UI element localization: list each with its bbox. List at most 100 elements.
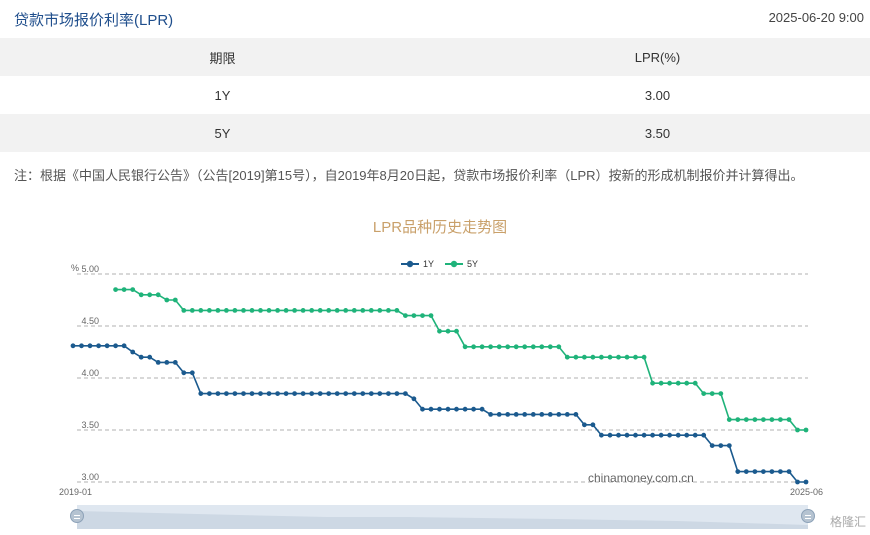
data-point [215, 391, 221, 396]
y-tick-label: 3.50 [81, 420, 99, 430]
data-point [121, 343, 127, 349]
data-point [616, 354, 621, 360]
data-point [607, 432, 613, 438]
data-point [658, 432, 664, 438]
data-point [411, 396, 417, 402]
data-point [735, 469, 741, 474]
data-point [189, 308, 195, 313]
data-point [130, 349, 136, 355]
data-point [181, 308, 187, 313]
data-point [334, 391, 340, 396]
y-tick-label: 3.00 [81, 472, 99, 482]
data-point [769, 417, 775, 422]
column-header-term: 期限 [209, 50, 236, 66]
rate-cell: 3.50 [644, 125, 671, 141]
series-line [73, 345, 806, 483]
data-point [547, 344, 553, 350]
column-header-rate: LPR(%) [634, 49, 681, 65]
data-point [582, 354, 587, 360]
data-point [496, 412, 502, 417]
data-point [718, 443, 724, 448]
data-point [462, 344, 468, 350]
data-point [769, 469, 775, 474]
data-point [334, 308, 340, 313]
data-point [164, 360, 170, 365]
data-point [590, 354, 596, 360]
data-point [590, 422, 596, 428]
data-point [522, 412, 528, 417]
data-point [488, 412, 493, 417]
data-point [164, 297, 170, 303]
data-point [564, 354, 570, 360]
data-point [743, 469, 749, 474]
data-point [360, 308, 366, 313]
data-point [428, 406, 434, 412]
data-point [573, 412, 579, 417]
legend-marker [450, 260, 458, 268]
slider-start-handle[interactable] [70, 509, 84, 523]
data-point [292, 308, 297, 313]
update-timestamp: 2025-06-20 9:00 [768, 10, 864, 25]
data-point [292, 391, 297, 396]
data-point [104, 343, 110, 349]
data-point [155, 292, 161, 298]
data-point [207, 391, 212, 396]
data-point [351, 391, 357, 396]
legend-label: 1Y [423, 259, 434, 269]
data-point [761, 417, 766, 422]
data-point [522, 344, 528, 350]
data-point [445, 328, 451, 334]
data-point [624, 354, 630, 360]
data-point [650, 380, 655, 386]
data-point [462, 406, 468, 412]
data-point [138, 354, 144, 360]
data-point [607, 354, 613, 360]
data-point [138, 292, 144, 298]
data-point [147, 354, 153, 360]
data-point [633, 432, 638, 438]
data-point [684, 432, 690, 438]
data-point [692, 380, 698, 386]
data-point [241, 391, 246, 396]
data-point [343, 391, 349, 396]
data-point [471, 406, 476, 412]
data-point [479, 344, 485, 350]
data-point [207, 308, 212, 313]
data-point [317, 308, 323, 313]
page-header: 贷款市场报价利率(LPR) 2025-06-20 9:00 [0, 0, 870, 36]
data-point [454, 406, 459, 412]
publisher-logo: 格隆汇 [829, 515, 866, 529]
chart-title: LPR品种历史走势图 [372, 219, 508, 236]
data-point [479, 406, 485, 412]
data-point [752, 469, 758, 474]
data-point [803, 479, 809, 485]
data-point [283, 391, 289, 396]
data-point [718, 391, 724, 396]
data-point [309, 308, 315, 313]
data-point [445, 406, 451, 412]
data-point [232, 308, 238, 313]
data-point [368, 308, 374, 313]
y-axis-unit: % [71, 263, 79, 273]
data-point [121, 287, 127, 292]
data-point [394, 308, 400, 313]
data-point [437, 406, 442, 412]
data-point [667, 432, 672, 438]
data-point [386, 308, 391, 313]
data-point [368, 391, 374, 396]
y-tick-label: 4.00 [81, 368, 99, 378]
slider-end-handle[interactable] [801, 509, 815, 523]
data-point [377, 391, 383, 396]
zoom-slider-track[interactable] [77, 505, 808, 529]
data-point [582, 422, 587, 428]
data-point [275, 308, 280, 313]
data-point [658, 380, 664, 386]
data-point [650, 432, 655, 438]
data-point [505, 344, 511, 350]
data-point [79, 343, 84, 349]
data-point [795, 427, 800, 433]
data-point [624, 432, 630, 438]
data-point [539, 344, 545, 350]
data-point [513, 344, 519, 350]
data-point [786, 469, 792, 474]
